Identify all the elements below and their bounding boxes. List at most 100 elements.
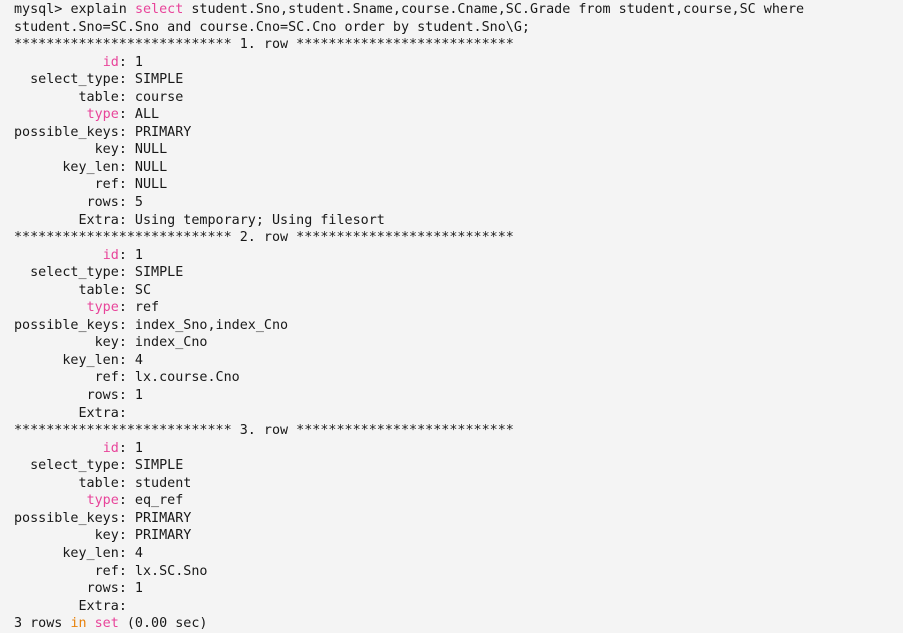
field-colon: :	[118, 72, 127, 88]
field-colon: :	[118, 159, 127, 175]
field-line: select_type: SIMPLE	[14, 264, 903, 282]
field-line: key: PRIMARY	[14, 527, 903, 545]
field-colon: :	[118, 300, 127, 316]
label-padding	[14, 564, 95, 579]
shell-prompt: mysql>	[14, 2, 71, 17]
field-colon: :	[118, 177, 127, 193]
field-line: Extra:	[14, 405, 903, 423]
status-line: 3 rows in set (0.00 sec)	[14, 615, 903, 633]
field-colon: :	[118, 317, 127, 333]
field-line: Extra:	[14, 598, 903, 616]
field-label-possible_keys: possible_keys	[14, 510, 119, 526]
label-padding	[14, 72, 30, 87]
field-value-table: course	[126, 89, 184, 105]
query-text: student.Sno,student.Sname,course.Cname,S…	[183, 2, 805, 17]
field-colon: :	[118, 528, 127, 544]
sql-keyword-set: set	[94, 616, 119, 632]
field-value-type: eq_ref	[126, 493, 184, 509]
field-label-select_type: select_type	[30, 72, 119, 88]
field-colon: :	[118, 212, 127, 228]
field-line: ref: NULL	[14, 176, 903, 194]
field-value-possible_keys: PRIMARY	[126, 510, 192, 526]
field-line: id: 1	[14, 247, 903, 265]
label-padding	[14, 441, 103, 456]
field-line: Extra: Using temporary; Using filesort	[14, 212, 903, 230]
sql-keyword-in: in	[70, 616, 87, 632]
row-count: 3 rows	[14, 616, 71, 632]
field-line: type: eq_ref	[14, 492, 903, 510]
row-separator-text: *************************** 2. row *****…	[14, 230, 514, 246]
row-separator-text: *************************** 3. row *****…	[14, 423, 514, 439]
field-line: key_len: NULL	[14, 159, 903, 177]
label-padding	[14, 300, 87, 315]
field-label-id: id	[102, 54, 119, 70]
field-colon: :	[118, 282, 127, 298]
field-label-possible_keys: possible_keys	[14, 317, 119, 333]
row-separator-3: *************************** 3. row *****…	[14, 422, 903, 440]
field-colon: :	[118, 563, 127, 579]
label-padding	[14, 177, 95, 192]
field-line: possible_keys: index_Sno,index_Cno	[14, 317, 903, 335]
field-label-Extra: Extra	[78, 212, 119, 228]
field-line: table: SC	[14, 282, 903, 300]
field-colon: :	[118, 545, 127, 561]
field-value-select_type: SIMPLE	[126, 72, 184, 88]
field-line: id: 1	[14, 440, 903, 458]
field-line: id: 1	[14, 54, 903, 72]
field-colon: :	[118, 475, 127, 491]
field-colon: :	[118, 440, 127, 456]
field-line: key: index_Cno	[14, 334, 903, 352]
field-label-id: id	[102, 440, 119, 456]
label-padding	[14, 283, 79, 298]
sql-keyword-select: select	[134, 2, 184, 17]
field-line: ref: lx.SC.Sno	[14, 563, 903, 581]
field-value-type: ref	[126, 300, 160, 316]
field-line: possible_keys: PRIMARY	[14, 124, 903, 142]
field-colon: :	[118, 195, 127, 211]
field-colon: :	[118, 598, 127, 614]
row-separator-2: *************************** 2. row *****…	[14, 229, 903, 247]
field-value-ref: lx.SC.Sno	[126, 563, 208, 579]
field-colon: :	[118, 335, 127, 351]
field-colon: :	[118, 370, 127, 386]
field-value-rows: 1	[126, 581, 143, 597]
field-value-key_len: 4	[126, 352, 143, 368]
field-label-rows: rows	[86, 388, 119, 404]
field-value-key: PRIMARY	[126, 528, 192, 544]
field-colon: :	[118, 493, 127, 509]
field-value-id: 1	[126, 247, 143, 263]
field-value-key: NULL	[126, 142, 168, 158]
field-label-type: type	[86, 107, 119, 123]
field-value-rows: 1	[126, 388, 143, 404]
field-line: key_len: 4	[14, 545, 903, 563]
field-label-select_type: select_type	[30, 458, 119, 474]
field-line: rows: 1	[14, 580, 903, 598]
field-value-key: index_Cno	[126, 335, 208, 351]
field-value-id: 1	[126, 54, 143, 70]
query-line-2: student.Sno=SC.Sno and course.Cno=SC.Cno…	[14, 19, 903, 37]
field-colon: :	[118, 388, 127, 404]
field-value-key_len: 4	[126, 545, 143, 561]
label-padding	[14, 265, 30, 280]
field-line: type: ALL	[14, 106, 903, 124]
field-label-possible_keys: possible_keys	[14, 124, 119, 140]
field-colon: :	[118, 142, 127, 158]
field-label-table: table	[78, 282, 119, 298]
field-colon: :	[118, 89, 127, 105]
field-line: select_type: SIMPLE	[14, 457, 903, 475]
query-line-1: mysql> explain select student.Sno,studen…	[14, 1, 903, 19]
field-label-table: table	[78, 475, 119, 491]
field-line: key_len: 4	[14, 352, 903, 370]
label-padding	[14, 248, 103, 263]
query-text-continued: student.Sno=SC.Sno and course.Cno=SC.Cno…	[14, 19, 530, 35]
field-value-key_len: NULL	[126, 159, 168, 175]
label-padding	[14, 581, 87, 596]
field-label-key: key	[94, 528, 119, 544]
label-padding	[14, 370, 95, 385]
field-line: type: ref	[14, 299, 903, 317]
field-line: key: NULL	[14, 141, 903, 159]
label-padding	[14, 406, 79, 421]
field-colon: :	[118, 352, 127, 368]
label-padding	[14, 160, 62, 175]
